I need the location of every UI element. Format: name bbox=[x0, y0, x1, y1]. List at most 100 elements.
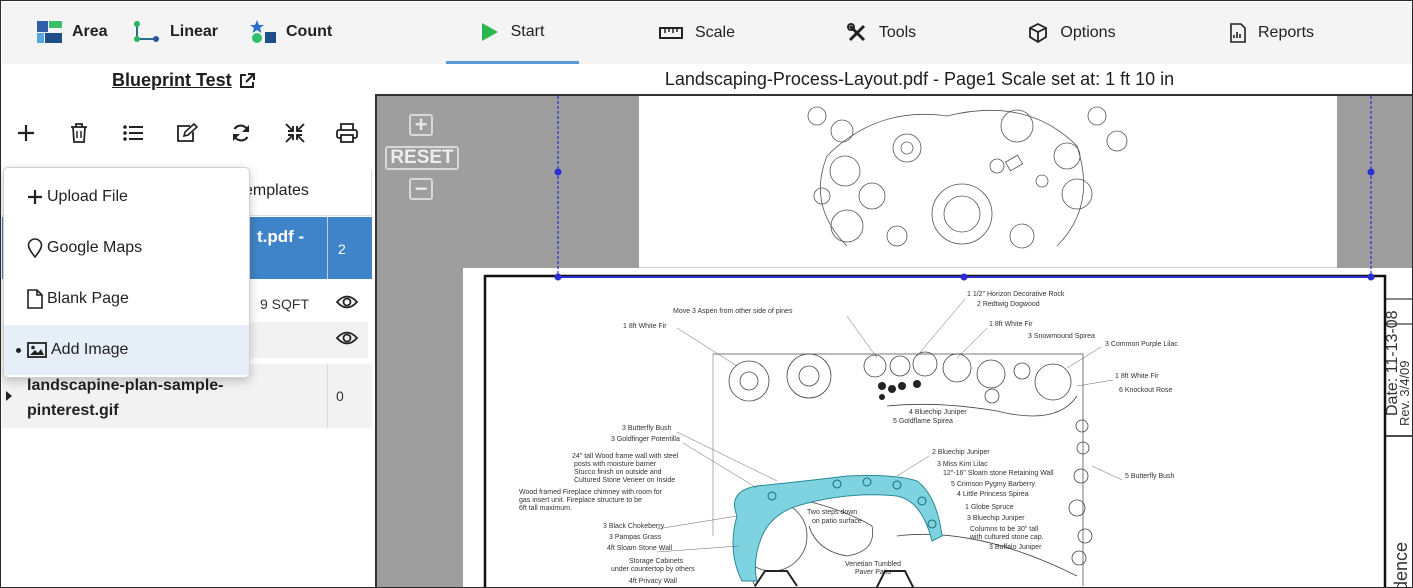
svg-text:Stucco finish on outside and: Stucco finish on outside and bbox=[574, 469, 662, 476]
svg-text:1 8ft White Fir: 1 8ft White Fir bbox=[1115, 373, 1159, 380]
svg-text:on patio surface: on patio surface bbox=[812, 518, 862, 525]
column-divider bbox=[327, 217, 328, 279]
svg-text:4ft Sloam Stone Wall: 4ft Sloam Stone Wall bbox=[607, 545, 673, 552]
tab-scale[interactable]: Scale bbox=[642, 2, 752, 64]
svg-text:1 8ft White Fir: 1 8ft White Fir bbox=[989, 321, 1033, 328]
list-icon bbox=[123, 125, 143, 141]
menu-item-label: Add Image bbox=[51, 341, 129, 358]
svg-text:3 Goldfinger Potentilla: 3 Goldfinger Potentilla bbox=[611, 436, 680, 443]
count-tool-button[interactable]: Count bbox=[250, 16, 332, 48]
eye-icon[interactable] bbox=[336, 294, 358, 310]
tab-options[interactable]: Options bbox=[1016, 2, 1128, 64]
svg-text:3 Miss Kim Lilac: 3 Miss Kim Lilac bbox=[937, 461, 988, 468]
svg-text:4 Bluechip Juniper: 4 Bluechip Juniper bbox=[909, 409, 967, 416]
linear-tool-button[interactable]: Linear bbox=[134, 16, 218, 48]
zoom-out-button[interactable]: − bbox=[409, 176, 433, 201]
tab-reports[interactable]: Reports bbox=[1217, 2, 1327, 64]
add-icon bbox=[18, 125, 34, 141]
svg-text:posts with moisture barrier: posts with moisture barrier bbox=[574, 461, 657, 468]
tab-options-label: Options bbox=[1060, 24, 1116, 41]
tab-start[interactable]: Start bbox=[446, 2, 579, 64]
add-menu: Upload File Google Maps Blank Page Add I… bbox=[3, 167, 250, 378]
tools-icon bbox=[846, 23, 865, 42]
edit-icon bbox=[177, 123, 198, 142]
svg-text:1 1/2" Horizon Decorative Rock: 1 1/2" Horizon Decorative Rock bbox=[967, 291, 1065, 298]
svg-text:5 Goldflame Spirea: 5 Goldflame Spirea bbox=[893, 418, 953, 425]
svg-text:4ft Privacy Wall: 4ft Privacy Wall bbox=[629, 578, 677, 585]
svg-text:5 Crimson Pygmy Barberry: 5 Crimson Pygmy Barberry bbox=[951, 481, 1036, 488]
svg-text:6ft tall maximum.: 6ft tall maximum. bbox=[519, 505, 572, 512]
svg-text:3 Butterfly Bush: 3 Butterfly Bush bbox=[622, 425, 672, 432]
file-name: landscapine-plan-sample-pinterest.gif bbox=[27, 377, 224, 419]
project-title[interactable]: Blueprint Test bbox=[112, 70, 232, 91]
menu-item-google-maps[interactable]: Google Maps bbox=[4, 223, 249, 273]
refresh-icon bbox=[232, 124, 250, 142]
refresh-button[interactable] bbox=[228, 120, 254, 146]
reset-button[interactable]: RESET bbox=[385, 146, 459, 170]
svg-text:Two steps down: Two steps down bbox=[807, 509, 857, 516]
count-tool-label: Count bbox=[286, 23, 333, 40]
blueprint-drawing: Date: 11-13-08 Rev. 3/4/09 dence Move 3 … bbox=[463, 96, 1412, 587]
reset-label: RESET bbox=[390, 147, 454, 168]
bullet-icon bbox=[16, 348, 21, 353]
svg-text:3 Buffalo Juniper: 3 Buffalo Juniper bbox=[989, 544, 1042, 551]
menu-item-label: Google Maps bbox=[47, 239, 143, 256]
list-button[interactable] bbox=[120, 120, 146, 146]
menu-item-label: Upload File bbox=[47, 188, 128, 205]
print-button[interactable] bbox=[334, 120, 360, 146]
report-icon bbox=[1230, 23, 1246, 43]
svg-text:6 Knockout Rose: 6 Knockout Rose bbox=[1119, 387, 1172, 394]
app-window: Area Linear Count Start Scale Tools Opti… bbox=[0, 0, 1413, 588]
svg-text:5 Butterfly Bush: 5 Butterfly Bush bbox=[1125, 473, 1175, 480]
tab-tools-label: Tools bbox=[878, 24, 917, 41]
tabs-divider bbox=[371, 170, 372, 216]
svg-text:Cultured Stone Veneer on Insid: Cultured Stone Veneer on Inside bbox=[574, 477, 675, 484]
collapse-button[interactable] bbox=[282, 120, 308, 146]
collapse-icon bbox=[285, 123, 305, 143]
svg-text:Columns to be 30" tall: Columns to be 30" tall bbox=[970, 526, 1039, 533]
zoom-out-label: − bbox=[414, 176, 428, 201]
svg-text:Venetian Tumbled: Venetian Tumbled bbox=[845, 561, 901, 568]
trash-icon bbox=[71, 123, 87, 143]
linear-icon bbox=[134, 21, 159, 42]
menu-item-add-image[interactable]: Add Image bbox=[4, 325, 249, 375]
column-divider bbox=[327, 364, 328, 428]
svg-text:2 Bluechip Juniper: 2 Bluechip Juniper bbox=[932, 449, 990, 456]
tab-tools[interactable]: Tools bbox=[834, 2, 929, 64]
print-icon bbox=[336, 123, 358, 143]
svg-text:with cultured stone cap.: with cultured stone cap. bbox=[969, 534, 1044, 541]
count-icon bbox=[250, 20, 276, 43]
svg-text:1 Globe Spruce: 1 Globe Spruce bbox=[965, 504, 1014, 511]
menu-item-blank-page[interactable]: Blank Page bbox=[4, 274, 249, 324]
image-icon bbox=[27, 342, 47, 358]
svg-text:3 Snowmound Spirea: 3 Snowmound Spirea bbox=[1028, 333, 1095, 340]
svg-text:Wood framed Fireplace chimney: Wood framed Fireplace chimney with room … bbox=[519, 489, 663, 496]
document-title: Landscaping-Process-Layout.pdf - Page1 S… bbox=[664, 69, 1175, 89]
edit-button[interactable] bbox=[174, 120, 200, 146]
expand-caret-icon[interactable] bbox=[6, 391, 12, 401]
tab-templates[interactable]: emplates bbox=[244, 182, 309, 200]
menu-item-label: Blank Page bbox=[47, 290, 129, 307]
tab-start-label: Start bbox=[510, 22, 545, 40]
menu-item-upload-file[interactable]: Upload File bbox=[4, 172, 249, 222]
delete-button[interactable] bbox=[66, 120, 92, 146]
ruler-icon bbox=[658, 27, 683, 39]
map-pin-icon bbox=[27, 238, 43, 258]
svg-text:1 8ft White Fir: 1 8ft White Fir bbox=[623, 323, 667, 330]
area-tool-button[interactable]: Area bbox=[37, 16, 108, 48]
eye-icon[interactable] bbox=[336, 330, 358, 346]
cube-icon bbox=[1029, 23, 1048, 43]
selected-file-count: 2 bbox=[338, 241, 346, 257]
drawing-viewer[interactable]: Date: 11-13-08 Rev. 3/4/09 dence Move 3 … bbox=[375, 94, 1412, 587]
svg-text:3 Pampas Grass: 3 Pampas Grass bbox=[609, 534, 662, 541]
zoom-in-label: + bbox=[414, 112, 428, 137]
tab-reports-label: Reports bbox=[1257, 24, 1315, 41]
external-link-icon[interactable] bbox=[238, 72, 256, 90]
measurement-value: 9 SQFT bbox=[260, 296, 310, 312]
project-title-link[interactable]: Blueprint Test bbox=[112, 70, 256, 91]
zoom-in-button[interactable]: + bbox=[409, 112, 433, 137]
play-icon bbox=[481, 22, 498, 41]
linear-tool-label: Linear bbox=[170, 23, 219, 40]
plus-icon bbox=[28, 190, 42, 204]
add-button[interactable] bbox=[13, 120, 39, 146]
